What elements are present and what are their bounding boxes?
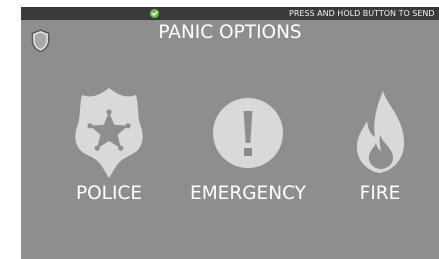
emergency-button[interactable]: EMERGENCY bbox=[179, 87, 317, 217]
fire-label: FIRE bbox=[359, 183, 401, 204]
panic-screen: PRESS AND HOLD BUTTON TO SEND PANIC OPTI… bbox=[21, 7, 439, 259]
police-label: POLICE bbox=[75, 183, 143, 204]
exclamation-icon bbox=[209, 87, 287, 179]
status-bar: PRESS AND HOLD BUTTON TO SEND bbox=[21, 7, 439, 20]
flame-icon bbox=[349, 87, 409, 179]
emergency-label: EMERGENCY bbox=[190, 183, 306, 204]
police-button[interactable]: POLICE bbox=[59, 87, 159, 217]
status-message: PRESS AND HOLD BUTTON TO SEND bbox=[289, 9, 435, 18]
police-badge-icon bbox=[71, 87, 147, 179]
page-title: PANIC OPTIONS bbox=[158, 22, 302, 43]
fire-button[interactable]: FIRE bbox=[339, 87, 421, 217]
check-icon bbox=[150, 9, 159, 18]
